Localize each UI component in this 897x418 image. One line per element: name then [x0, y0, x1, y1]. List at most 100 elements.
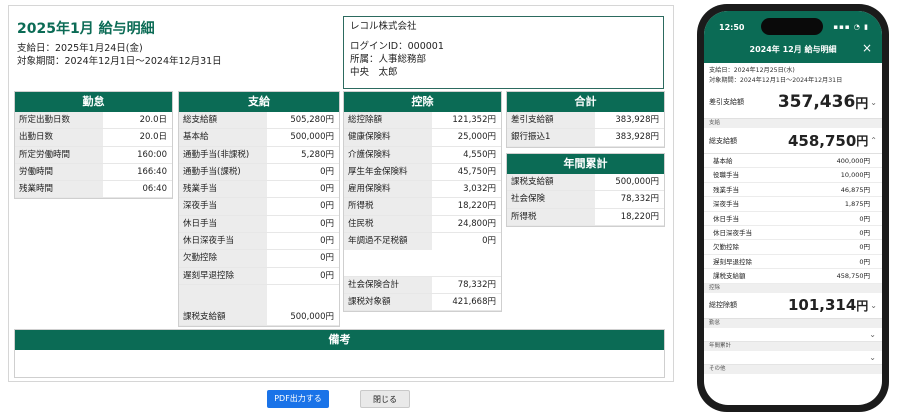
item-label: 欠勤控除	[713, 243, 739, 252]
table-row: 欠勤控除 0円	[179, 250, 339, 268]
row-label: 欠勤控除	[179, 250, 267, 267]
phone-body: 支給日：2024年12月25日(水) 対象期間：2024年12月1日〜2024年…	[704, 63, 882, 374]
item-value: 400,000円	[836, 157, 870, 165]
row-label: 休日手当	[179, 215, 267, 233]
row-value: 0円	[320, 218, 334, 229]
item-label: 休日手当	[713, 214, 739, 223]
row-label: 所定労働時間	[15, 146, 103, 163]
row-value: 25,000円	[457, 132, 496, 143]
item-value: 10,000円	[840, 171, 870, 180]
login-id: ログインID：000001	[350, 41, 444, 52]
list-item: 課税支給額 458,750円	[704, 269, 882, 284]
table-row: 基本給 500,000円	[179, 129, 339, 147]
row-label: 健康保険料	[344, 129, 432, 146]
item-label: 深夜手当	[713, 200, 739, 209]
table-row: 総控除額 121,352円	[344, 112, 501, 130]
table-row: 深夜手当 0円	[179, 198, 339, 216]
deduction-total-row[interactable]: 総控除額 101,314 円 ⌄	[704, 293, 882, 319]
phone-meta: 支給日：2024年12月25日(水) 対象期間：2024年12月1日〜2024年…	[704, 63, 882, 86]
row-label: 残業時間	[15, 181, 103, 198]
phone-title: 2024年 12月 給与明細	[749, 45, 837, 54]
row-label: 残業手当	[179, 181, 267, 198]
page-title: 2025年1月 給与明細	[17, 21, 155, 37]
row-value: 0円	[482, 236, 496, 247]
department: 所属：人事総務部	[350, 54, 427, 65]
row-value: 3,032円	[463, 184, 496, 195]
target-period: 対象期間：2024年12月1日〜2024年12月31日	[17, 56, 222, 67]
chevron-down-icon: ⌄	[870, 97, 877, 107]
row-value: 160:00	[137, 149, 167, 160]
item-label: 基本給	[713, 157, 733, 165]
table-row: 厚生年金保険料 45,750円	[344, 163, 501, 182]
payslip-page: 2025年1月 給与明細 支給日：2025年1月24日(金) 対象期間：2024…	[0, 0, 897, 418]
row-label: 住民税	[344, 215, 432, 233]
row-label: 課税支給額	[179, 308, 267, 326]
row-label: 休日深夜手当	[179, 233, 267, 250]
net-pay-amount: 357,436	[777, 92, 856, 112]
row-label: 銀行振込1	[507, 129, 595, 146]
item-label: 休日深夜手当	[713, 228, 752, 237]
phone-mockup: 12:50 ▪▪▪ ◔ ▮ 2024年 12月 給与明細 × 支給日：2024年…	[697, 4, 889, 412]
table-row: 所定労働時間 160:00	[15, 146, 172, 164]
phone-section-label: 勤怠	[704, 318, 882, 328]
row-label: 通勤手当(非課税)	[179, 146, 267, 163]
row-value: 0円	[320, 201, 334, 212]
row-value: 0円	[320, 270, 334, 281]
row-label: 労働時間	[15, 163, 103, 181]
row-label: 所得税	[507, 208, 595, 225]
table-row: 所得税 18,220円	[507, 208, 664, 226]
deduction-total-label: 総控除額	[709, 301, 737, 310]
pdf-export-button[interactable]: PDF出力する	[267, 390, 329, 408]
table-row-spacer	[179, 284, 339, 309]
chevron-up-icon: ⌃	[870, 136, 877, 145]
payment-total-row[interactable]: 総支給額 458,750 円 ⌃	[704, 128, 882, 154]
row-value: 500,000円	[290, 132, 334, 143]
annual-collapse[interactable]: ⌄	[704, 351, 882, 365]
table-row: 休日深夜手当 0円	[179, 233, 339, 251]
net-pay-row[interactable]: 差引支給額 357,436 円 ⌄	[704, 86, 882, 119]
payment-total-yen: 円	[856, 134, 869, 148]
table-row: 健康保険料 25,000円	[344, 129, 501, 147]
phone-period: 対象期間：2024年12月1日〜2024年12月31日	[709, 77, 843, 84]
row-label: 遅刻早退控除	[179, 267, 267, 284]
payment-total-label: 総支給額	[709, 136, 737, 145]
employee-name: 中央 太郎	[350, 67, 398, 78]
net-pay-label: 差引支給額	[709, 98, 744, 106]
phone-section-label: 支給	[704, 119, 882, 128]
phone-section-label: 年間累計	[704, 341, 882, 351]
close-icon[interactable]: ×	[862, 41, 872, 55]
row-value: 18,220円	[620, 211, 659, 222]
attendance-collapse[interactable]: ⌄	[704, 328, 882, 342]
payslip-panel: 2025年1月 給与明細 支給日：2025年1月24日(金) 対象期間：2024…	[8, 5, 674, 382]
table-row: 所得税 18,220円	[344, 198, 501, 216]
row-label: 所得税	[344, 198, 432, 215]
pay-date: 支給日：2025年1月24日(金)	[17, 43, 143, 54]
table-row: 課税支給額 500,000円	[507, 174, 664, 192]
company-info: レコル株式会社 ログインID：000001 所属：人事総務部 中央 太郎	[343, 16, 664, 89]
table-row: 出勤日数 20.0日	[15, 129, 172, 147]
table-row: 所定出勤日数 20.0日	[15, 112, 172, 130]
row-value: 500,000円	[615, 177, 659, 187]
list-item: 基本給 400,000円	[704, 154, 882, 169]
payment-section: 支給 総支給額 505,280円 基本給 500,000円 通勤手当(非課税) 5,2…	[178, 91, 340, 327]
list-item: 遅刻早退控除 0円	[704, 255, 882, 270]
status-time: 12:50	[719, 23, 745, 32]
item-value: 46,875円	[840, 185, 870, 194]
row-label: 雇用保険料	[344, 181, 432, 198]
attendance-section: 勤怠 所定出勤日数 20.0日 出勤日数 20.0日 所定労働時間 160:00 労働…	[14, 91, 173, 200]
table-row: 介護保険料 4,550円	[344, 146, 501, 164]
chevron-down-icon: ⌄	[869, 329, 876, 339]
row-value: 500,000円	[290, 311, 334, 322]
close-button[interactable]: 閉じる	[360, 390, 410, 408]
payment-total-amount: 458,750	[787, 131, 857, 150]
remarks-header: 備考	[15, 330, 664, 350]
phone-section-label: その他	[704, 364, 882, 374]
table-row: 労働時間 166:40	[15, 163, 172, 182]
table-row: 残業時間 06:40	[15, 181, 172, 199]
item-value: 0円	[859, 257, 870, 266]
item-value: 0円	[859, 214, 870, 223]
deduction-total-amount: 101,314	[787, 296, 857, 315]
item-label: 課税支給額	[713, 272, 746, 281]
attendance-rows: 所定出勤日数 20.0日 出勤日数 20.0日 所定労働時間 160:00 労働時間 1…	[15, 112, 172, 199]
list-item: 休日深夜手当 0円	[704, 226, 882, 241]
